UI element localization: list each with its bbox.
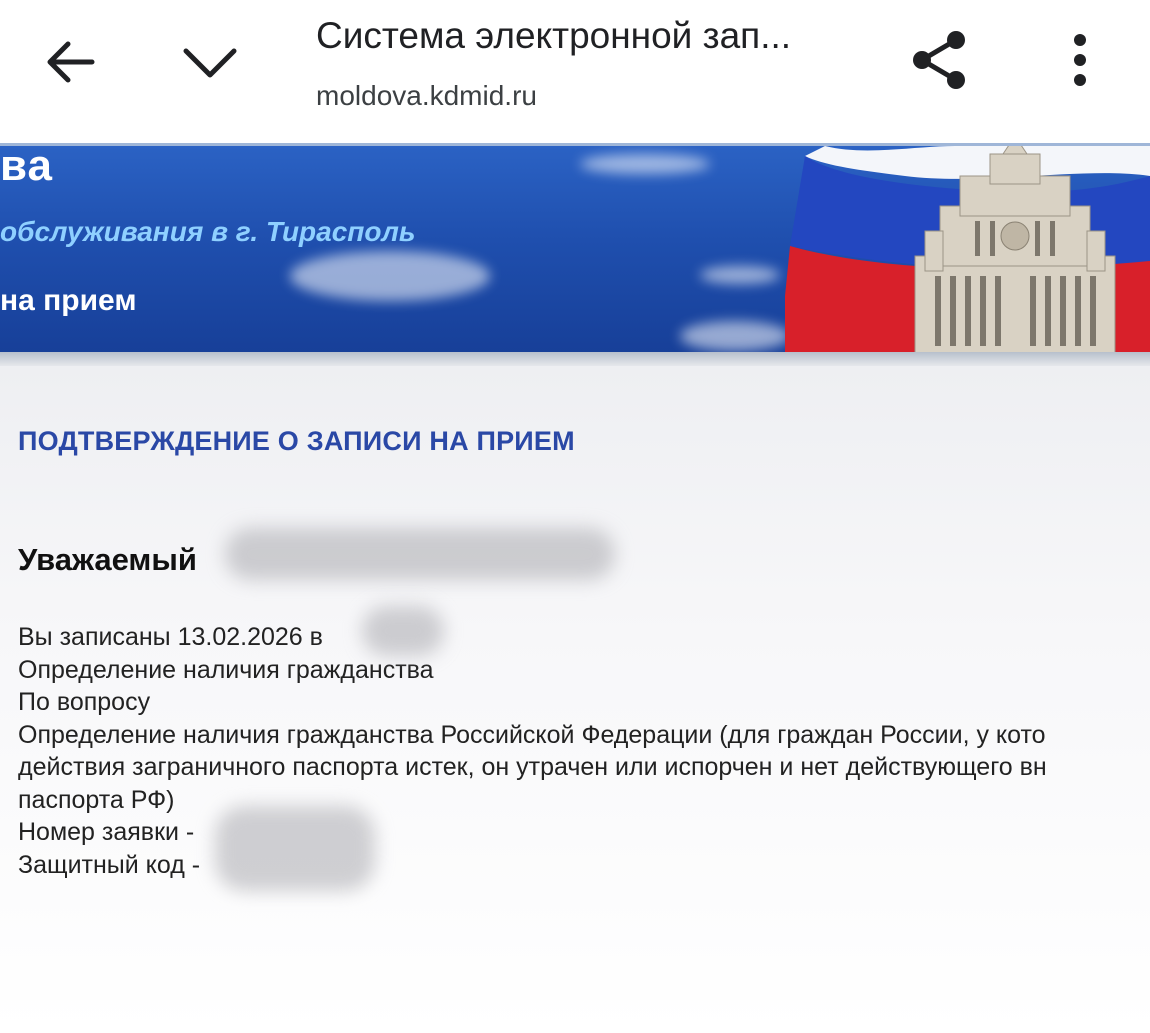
greeting-text: Уважаемый [18, 542, 197, 577]
redacted-time [362, 606, 444, 656]
page-url[interactable]: moldova.kdmid.ru [316, 78, 537, 114]
appointment-details: Вы записаны 13.02.2026 в Определение нал… [18, 621, 1150, 881]
chevron-down-icon [183, 48, 237, 78]
share-icon [913, 31, 965, 89]
banner-divider [0, 352, 1150, 366]
question-text-line: Определение наличия гражданства Российск… [18, 720, 1046, 749]
cloud-decoration [290, 251, 490, 301]
redacted-name [225, 528, 615, 580]
banner-appointment-label: на прием [0, 284, 137, 317]
confirmation-content: ПОДТВЕРЖДЕНИЕ О ЗАПИСИ НА ПРИЕМ Уважаемы… [0, 366, 1150, 1033]
scheduled-date: Вы записаны 13.02.2026 в [18, 623, 323, 651]
arrow-left-icon [47, 41, 95, 83]
browser-top-bar: Система электронной зап... moldova.kdmid… [0, 0, 1150, 143]
cloud-decoration [680, 321, 790, 351]
more-options-button[interactable] [1040, 20, 1120, 100]
question-text-line: действия заграничного паспорта истек, он… [18, 753, 1047, 781]
site-banner: ва обслуживания в г. Тирасполь на прием [0, 143, 1150, 355]
confirmation-heading: ПОДТВЕРЖДЕНИЕ О ЗАПИСИ НА ПРИЕМ [18, 426, 575, 456]
collapse-button[interactable] [170, 25, 250, 99]
back-button[interactable] [30, 25, 110, 99]
question-text-line: паспорта РФ) [18, 785, 175, 814]
redacted-request-number [215, 806, 375, 891]
page-title: Система электронной зап... [316, 15, 792, 56]
russian-flag-and-mfa-building-image [785, 146, 1150, 355]
cloud-decoration [700, 266, 780, 284]
banner-title: ва [0, 143, 53, 190]
question-label: По вопросу [18, 688, 151, 716]
security-code-label: Защитный код - [18, 850, 201, 879]
service-name: Определение наличия гражданства [18, 655, 434, 684]
request-number-label: Номер заявки - [18, 818, 195, 846]
share-button[interactable] [900, 20, 980, 100]
cloud-decoration [580, 154, 710, 174]
banner-subtitle: обслуживания в г. Тирасполь [0, 216, 416, 247]
more-vertical-icon [1074, 34, 1086, 86]
